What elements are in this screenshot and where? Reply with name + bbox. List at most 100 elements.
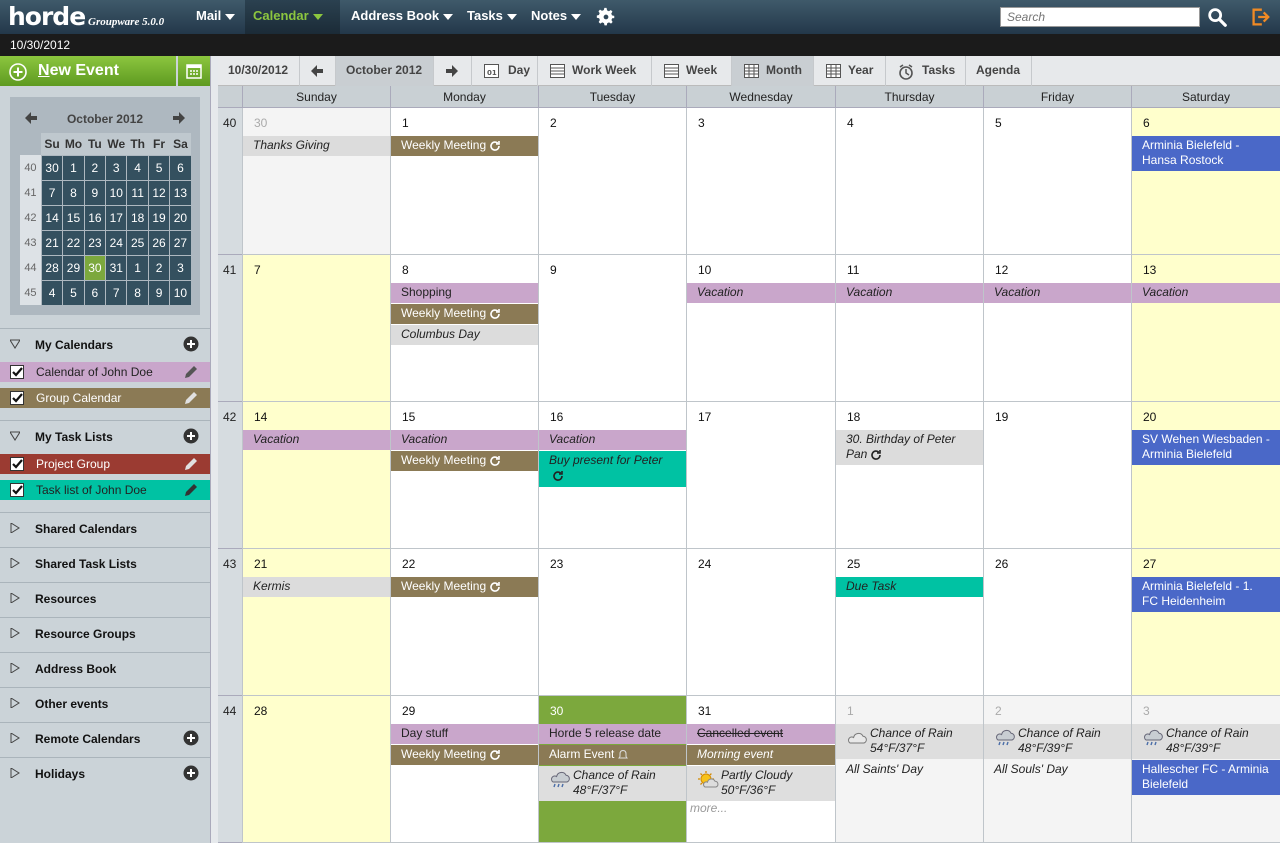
day-cell[interactable]: 20 SV Wehen Wiesbaden - Arminia Bielefeld xyxy=(1131,402,1280,549)
calendar-event[interactable]: Vacation xyxy=(391,430,538,450)
day-cell[interactable]: 13 Vacation xyxy=(1131,255,1280,402)
mini-calendar-day[interactable]: 6 xyxy=(169,154,192,181)
day-number[interactable]: 2 xyxy=(550,116,557,130)
checkbox-checked-icon[interactable] xyxy=(10,483,24,497)
day-cell[interactable]: 17 xyxy=(686,402,835,549)
add-icon[interactable] xyxy=(183,765,199,781)
calendar-event[interactable]: Vacation xyxy=(984,283,1131,303)
day-number[interactable]: 1 xyxy=(847,704,854,718)
new-event-button[interactable]: New Event xyxy=(0,56,176,86)
day-cell[interactable]: 8 Shopping Weekly Meeting Columbus Day xyxy=(390,255,538,402)
day-number[interactable]: 19 xyxy=(995,410,1008,424)
day-number[interactable]: 20 xyxy=(1143,410,1156,424)
view-week-tab[interactable]: Week xyxy=(652,56,732,86)
day-number[interactable]: 13 xyxy=(1143,263,1156,277)
next-button[interactable] xyxy=(434,56,472,86)
day-cell[interactable]: 24 xyxy=(686,549,835,696)
mini-calendar-day[interactable]: 25 xyxy=(126,229,149,256)
calendar-event[interactable]: Arminia Bielefeld - Hansa Rostock xyxy=(1132,136,1280,171)
view-agenda-tab[interactable]: Agenda xyxy=(966,56,1032,86)
day-cell[interactable]: 1 Chance of Rain 54°F/37°F All Saints' Day xyxy=(835,696,983,843)
mini-calendar-day[interactable]: 27 xyxy=(169,229,192,256)
current-month-label[interactable]: October 2012 xyxy=(336,56,434,86)
task-list-item-project-group[interactable]: Project Group xyxy=(0,454,210,474)
day-number[interactable]: 31 xyxy=(698,704,711,718)
week-number[interactable]: 41 xyxy=(223,263,236,277)
section-other-events[interactable]: Other events xyxy=(0,687,210,715)
mini-calendar-day[interactable]: 6 xyxy=(83,279,107,306)
mini-calendar-day[interactable]: 11 xyxy=(126,179,149,206)
week-number[interactable]: 42 xyxy=(20,205,42,230)
day-number[interactable]: 11 xyxy=(847,263,859,277)
mini-calendar-day[interactable]: 9 xyxy=(83,179,107,206)
day-cell[interactable]: 15 Vacation Weekly Meeting xyxy=(390,402,538,549)
calendar-event[interactable]: Vacation xyxy=(687,283,835,303)
calendar-event[interactable]: Day stuff xyxy=(391,724,538,744)
mini-calendar-day[interactable]: 7 xyxy=(40,179,64,206)
view-tasks-tab[interactable]: Tasks xyxy=(886,56,966,86)
calendar-event[interactable]: Vacation xyxy=(836,283,983,303)
checkbox-checked-icon[interactable] xyxy=(10,391,24,405)
week-number[interactable]: 42 xyxy=(223,410,236,424)
week-number-cell[interactable]: 40 xyxy=(218,108,242,255)
day-number[interactable]: 23 xyxy=(550,557,563,571)
search-icon[interactable] xyxy=(1206,6,1228,28)
add-icon[interactable] xyxy=(183,730,199,746)
day-number[interactable]: 17 xyxy=(698,410,711,424)
week-number-cell[interactable]: 43 xyxy=(218,549,242,696)
day-number[interactable]: 26 xyxy=(995,557,1008,571)
day-number[interactable]: 10 xyxy=(698,263,711,277)
week-number[interactable]: 43 xyxy=(223,557,236,571)
day-number[interactable]: 9 xyxy=(550,263,557,277)
calendar-event[interactable]: Due Task xyxy=(836,577,983,597)
pencil-icon[interactable] xyxy=(183,364,199,380)
mini-calendar-today[interactable]: 30 xyxy=(84,255,106,280)
day-cell[interactable]: 10 Vacation xyxy=(686,255,835,402)
calendar-event[interactable]: Kermis xyxy=(243,577,390,597)
mini-calendar-day[interactable]: 13 xyxy=(169,179,192,206)
mini-calendar-day[interactable]: 26 xyxy=(147,229,171,256)
day-cell[interactable]: 30 Thanks Giving xyxy=(242,108,390,255)
day-cell[interactable]: 2 xyxy=(538,108,686,255)
day-number[interactable]: 30 xyxy=(550,704,563,718)
gear-icon[interactable] xyxy=(595,6,617,28)
search-input[interactable] xyxy=(1000,7,1200,27)
calendar-event[interactable]: Weekly Meeting xyxy=(391,304,538,324)
calendar-event[interactable]: Arminia Bielefeld - 1. FC Heidenheim xyxy=(1132,577,1280,612)
checkbox-checked-icon[interactable] xyxy=(10,457,24,471)
menu-mail[interactable]: Mail xyxy=(188,0,243,34)
day-cell[interactable]: 12 Vacation xyxy=(983,255,1131,402)
day-cell[interactable]: 14 Vacation xyxy=(242,402,390,549)
mini-calendar-day[interactable]: 1 xyxy=(62,154,85,181)
sidebar-resize-handle[interactable] xyxy=(210,56,218,843)
mini-calendar-day[interactable]: 21 xyxy=(40,229,64,256)
day-number[interactable]: 6 xyxy=(1143,116,1150,130)
mini-calendar-day[interactable]: 2 xyxy=(147,254,171,281)
mini-calendar-day[interactable]: 29 xyxy=(62,254,85,281)
day-cell[interactable]: 11 Vacation xyxy=(835,255,983,402)
day-cell[interactable]: 29 Day stuff Weekly Meeting xyxy=(390,696,538,843)
section-resources[interactable]: Resources xyxy=(0,582,210,610)
day-number[interactable]: 1 xyxy=(402,116,409,130)
day-number[interactable]: 2 xyxy=(995,704,1002,718)
calendar-event[interactable]: Vacation xyxy=(1132,283,1280,303)
week-number[interactable]: 44 xyxy=(223,704,236,718)
day-cell[interactable]: 25 Due Task xyxy=(835,549,983,696)
day-number[interactable]: 4 xyxy=(847,116,854,130)
mini-calendar-day[interactable]: 23 xyxy=(83,229,107,256)
calendar-event[interactable]: Cancelled event xyxy=(687,724,835,744)
more-events-link[interactable]: more... xyxy=(690,801,727,815)
mini-calendar-day[interactable]: 1 xyxy=(126,254,149,281)
mini-calendar-day[interactable]: 7 xyxy=(105,279,128,306)
section-holidays[interactable]: Holidays xyxy=(0,757,210,785)
day-number[interactable]: 3 xyxy=(1143,704,1150,718)
calendar-event[interactable]: 30. Birthday of Peter Pan xyxy=(836,430,983,465)
day-cell[interactable]: 19 xyxy=(983,402,1131,549)
day-cell[interactable]: 5 xyxy=(983,108,1131,255)
day-cell[interactable]: 1 Weekly Meeting xyxy=(390,108,538,255)
day-number[interactable]: 27 xyxy=(1143,557,1156,571)
day-cell[interactable]: 18 30. Birthday of Peter Pan xyxy=(835,402,983,549)
calendar-event[interactable]: Weekly Meeting xyxy=(391,745,538,765)
mini-calendar-day[interactable]: 10 xyxy=(105,179,128,206)
pencil-icon[interactable] xyxy=(183,390,199,406)
